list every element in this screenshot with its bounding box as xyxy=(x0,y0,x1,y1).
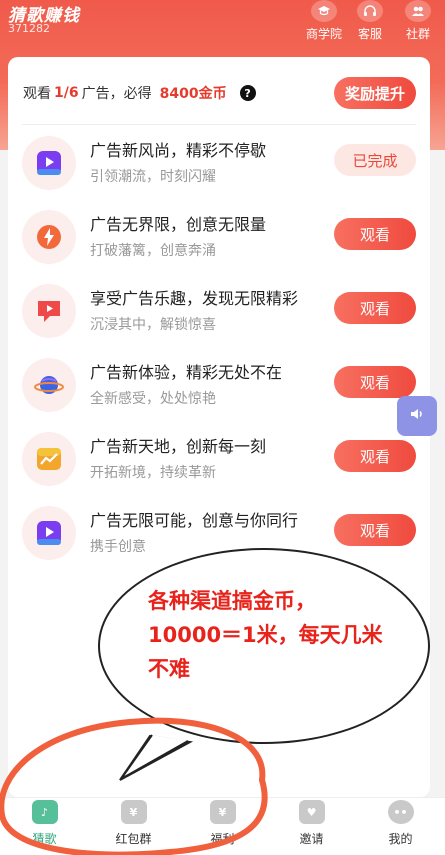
task-row: 广告无界限，创意无限量 打破藩篱，创意奔涌 观看 xyxy=(8,206,430,276)
task-row: 广告新风尚，精彩不停歇 引领潮流，时刻闪耀 已完成 xyxy=(8,132,430,202)
music-note-icon: ♪ xyxy=(31,800,58,824)
task-completed-badge: 已完成 xyxy=(334,144,416,176)
group-icon xyxy=(405,0,431,22)
tab-red-envelope-group[interactable]: ¥ 红包群 xyxy=(89,798,178,855)
invite-heart-icon: ♥ xyxy=(298,800,325,824)
task-title: 广告新天地，创新每一刻 xyxy=(90,437,267,456)
speaker-icon xyxy=(408,405,426,427)
tab-label: 猜歌 xyxy=(32,832,57,846)
task-subtitle: 全新感受，处处惊艳 xyxy=(90,391,216,407)
play-video-icon xyxy=(22,136,76,190)
app-id: 371282 xyxy=(8,22,50,35)
tab-label: 我的 xyxy=(388,832,413,846)
watch-ad-button[interactable]: 观看 xyxy=(334,440,416,472)
tab-label: 福利 xyxy=(210,832,235,846)
help-icon[interactable]: ? xyxy=(239,85,256,101)
play-video-icon xyxy=(22,506,76,560)
tab-profile[interactable]: •• 我的 xyxy=(356,798,445,855)
bottom-tab-bar: ♪ 猜歌 ¥ 红包群 ¥ 福利 ♥ 邀请 •• 我的 xyxy=(0,797,445,855)
customer-service-label: 客服 xyxy=(357,27,382,41)
headset-icon xyxy=(357,0,383,22)
ad-progress-summary: 观看 1/6 广告，必得 8400金币 ? xyxy=(23,83,256,103)
annotation-text: 各种渠道搞金币，10000＝1米，每天几米不难 xyxy=(148,589,383,681)
task-title: 广告新风尚，精彩不停歇 xyxy=(90,141,267,160)
money-bag-icon: ¥ xyxy=(209,800,236,824)
task-title: 广告新体验，精彩无处不在 xyxy=(90,363,283,382)
task-title: 广告无限可能，创意与你同行 xyxy=(90,511,299,530)
ad-progress-count: 1/6 xyxy=(54,85,79,101)
task-title: 享受广告乐趣，发现无限精彩 xyxy=(90,289,299,308)
trend-chart-icon xyxy=(22,432,76,486)
summary-prefix: 观看 xyxy=(23,86,51,102)
watch-ad-button[interactable]: 观看 xyxy=(334,514,416,546)
planet-icon xyxy=(22,358,76,412)
customer-service-button[interactable]: 客服 xyxy=(344,0,396,44)
red-envelope-icon: ¥ xyxy=(120,800,147,824)
lightning-icon xyxy=(22,210,76,264)
tab-guess-song[interactable]: ♪ 猜歌 xyxy=(0,798,89,855)
watch-ad-button[interactable]: 观看 xyxy=(334,292,416,324)
business-school-label: 商学院 xyxy=(305,27,342,41)
task-subtitle: 携手创意 xyxy=(90,539,146,555)
task-row: 享受广告乐趣，发现无限精彩 沉浸其中，解锁惊喜 观看 xyxy=(8,280,430,350)
tab-invite[interactable]: ♥ 邀请 xyxy=(267,798,356,855)
watch-ad-button[interactable]: 观看 xyxy=(334,366,416,398)
profile-face-icon: •• xyxy=(387,800,414,824)
tab-label: 邀请 xyxy=(299,832,324,846)
community-label: 社群 xyxy=(405,27,430,41)
task-subtitle: 打破藩篱，创意奔涌 xyxy=(90,243,216,259)
coin-reward: 8400金币 xyxy=(159,86,227,102)
business-school-button[interactable]: 商学院 xyxy=(298,0,350,44)
community-button[interactable]: 社群 xyxy=(392,0,444,44)
summary-middle: 广告，必得 xyxy=(81,86,152,102)
task-subtitle: 沉浸其中，解锁惊喜 xyxy=(90,317,216,333)
task-subtitle: 开拓新境，持续革新 xyxy=(90,465,216,481)
divider xyxy=(22,124,416,125)
sound-toggle-button[interactable] xyxy=(397,396,437,436)
reward-boost-button[interactable]: 奖励提升 xyxy=(334,77,416,109)
task-title: 广告无界限，创意无限量 xyxy=(90,215,267,234)
watch-ad-button[interactable]: 观看 xyxy=(334,218,416,250)
task-subtitle: 引领潮流，时刻闪耀 xyxy=(90,169,216,185)
tab-label: 红包群 xyxy=(115,832,152,846)
tab-welfare[interactable]: ¥ 福利 xyxy=(178,798,267,855)
task-row: 广告新体验，精彩无处不在 全新感受，处处惊艳 观看 xyxy=(8,354,430,424)
graduation-cap-icon xyxy=(311,0,337,22)
video-message-icon xyxy=(22,284,76,338)
task-row: 广告新天地，创新每一刻 开拓新境，持续革新 观看 xyxy=(8,428,430,498)
